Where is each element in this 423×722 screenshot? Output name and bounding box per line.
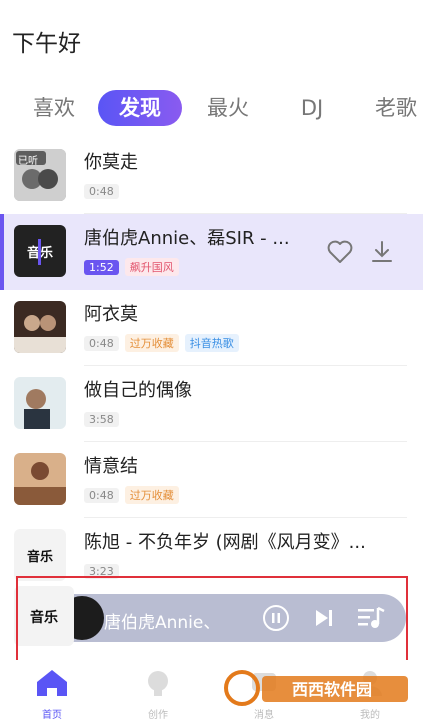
song-duration: 0:48: [84, 335, 119, 351]
cover-art-icon: [14, 377, 66, 429]
listened-badge: 已听: [18, 156, 38, 167]
song-title: 你莫走: [84, 152, 138, 173]
tab-discover[interactable]: 发现: [98, 90, 182, 126]
tab-dj[interactable]: DJ: [286, 90, 338, 126]
song-cover: 已听: [14, 149, 66, 201]
song-tag: 飙升国风: [124, 258, 179, 276]
create-icon: [148, 671, 168, 696]
song-cover: [14, 301, 66, 353]
song-cover: [14, 453, 66, 505]
song-row[interactable]: 阿衣莫 0:48 过万收藏 抖音热歌: [0, 290, 423, 366]
song-row[interactable]: 已听 你莫走 0:48: [0, 138, 423, 214]
song-title: 做自己的偶像: [84, 380, 192, 401]
song-duration: 3:58: [84, 411, 119, 427]
watermark: 西西软件园: [222, 668, 412, 708]
playing-indicator-bar: [0, 214, 4, 290]
tab-like[interactable]: 喜欢: [24, 90, 84, 126]
song-duration: 0:48: [84, 487, 119, 503]
song-tag: 过万收藏: [124, 334, 179, 352]
cover-art-icon: [14, 301, 66, 353]
watermark-logo: 西西软件园: [224, 670, 408, 706]
greeting-title: 下午好: [12, 31, 81, 57]
song-meta: 0:48 过万收藏 抖音热歌: [84, 334, 239, 352]
cover-art-icon: [14, 453, 66, 505]
cover-art-icon: 音乐: [14, 529, 66, 581]
song-row-playing[interactable]: 音乐 唐伯虎Annie、磊SIR - ... 1:52 飙升国风: [0, 214, 423, 290]
song-meta: 0:48 过万收藏: [84, 486, 179, 504]
tab-hottest[interactable]: 最火: [198, 90, 258, 126]
song-title: 陈旭 - 不负年岁 (网剧《风月变》...: [84, 532, 366, 553]
nav-item-create[interactable]: 创作: [128, 668, 188, 721]
svg-text:西西软件园: 西西软件园: [292, 680, 372, 699]
svg-text:音乐: 音乐: [27, 549, 53, 565]
home-icon: [37, 670, 67, 696]
song-title: 情意结: [84, 456, 138, 477]
song-duration: 0:48: [84, 183, 119, 199]
category-tabs: 喜欢 发现 最火 DJ 老歌: [0, 90, 423, 128]
song-cover: [14, 377, 66, 429]
song-title: 阿衣莫: [84, 304, 138, 325]
song-row[interactable]: 情意结 0:48 过万收藏: [0, 442, 423, 518]
heart-icon[interactable]: [326, 238, 354, 266]
tab-oldies[interactable]: 老歌: [366, 90, 423, 126]
nav-label: 创作: [148, 710, 168, 721]
song-tag: 过万收藏: [124, 486, 179, 504]
song-cover: 音乐: [14, 529, 66, 581]
song-meta: 1:52 飙升国风: [84, 258, 179, 276]
song-duration: 1:52: [84, 259, 119, 275]
song-title: 唐伯虎Annie、磊SIR - ...: [84, 228, 290, 249]
song-row[interactable]: 做自己的偶像 3:58: [0, 366, 423, 442]
song-cover: 音乐: [14, 225, 66, 277]
song-meta: 3:58: [84, 410, 119, 428]
song-meta: 0:48: [84, 182, 119, 200]
cover-art-icon: 音乐: [14, 225, 66, 277]
nav-label: 我的: [360, 710, 380, 721]
nav-item-home[interactable]: 首页: [22, 668, 82, 721]
song-tag: 抖音热歌: [184, 334, 239, 352]
highlight-frame: [16, 576, 408, 668]
download-icon[interactable]: [368, 238, 396, 266]
nav-label: 首页: [42, 710, 62, 721]
nav-label: 消息: [254, 710, 274, 721]
